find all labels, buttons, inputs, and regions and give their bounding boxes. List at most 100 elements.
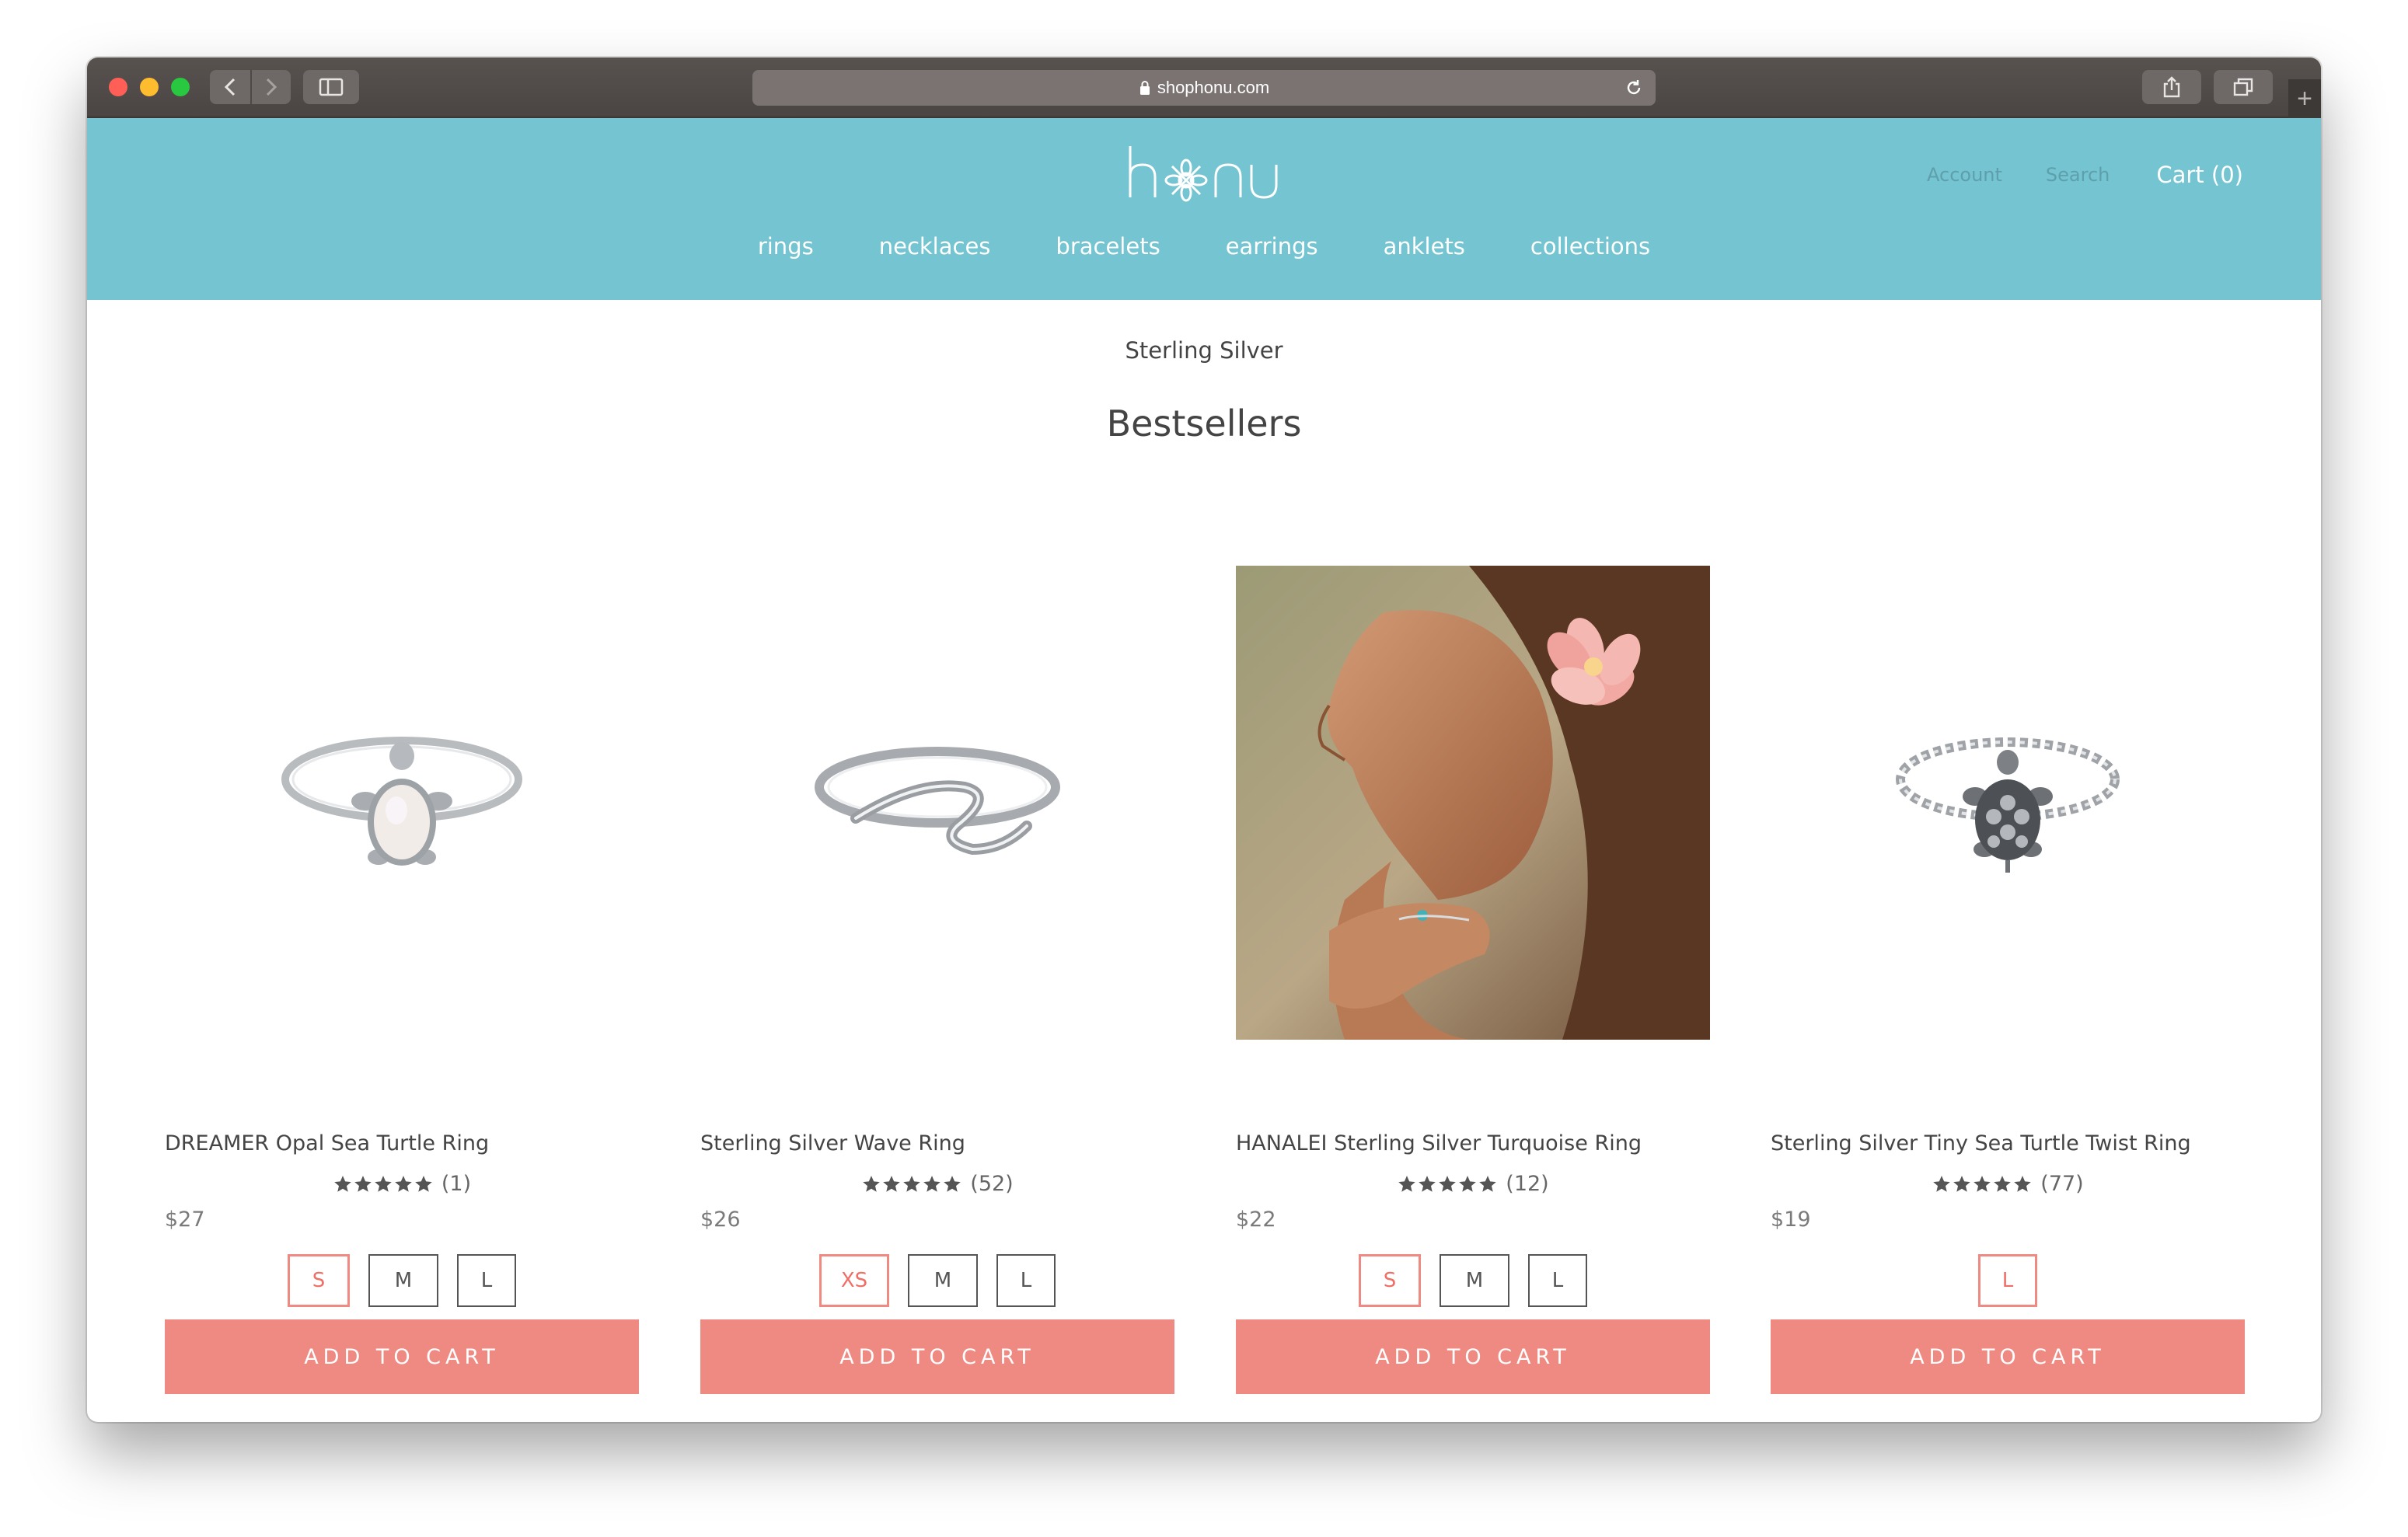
size-option-l[interactable]: L [457, 1254, 516, 1307]
share-icon [2163, 76, 2180, 98]
star-icon [1419, 1175, 1436, 1192]
lock-icon [1139, 80, 1151, 96]
product-name[interactable]: DREAMER Opal Sea Turtle Ring [165, 1131, 489, 1155]
star-icon [375, 1175, 392, 1192]
star-icon [1994, 1175, 2012, 1192]
model-wearing-ring-photo [1236, 566, 1710, 1040]
review-count: (1) [441, 1172, 472, 1196]
honu-logo-mark [1129, 146, 1278, 202]
star-rating [333, 1174, 434, 1194]
product-rating[interactable]: (52) [700, 1172, 1174, 1196]
star-rating [1397, 1174, 1498, 1194]
star-icon [334, 1175, 351, 1192]
product-name[interactable]: Sterling Silver Wave Ring [700, 1131, 965, 1155]
size-option-s[interactable]: S [1359, 1254, 1421, 1307]
close-window-button[interactable] [109, 78, 127, 96]
review-count: (12) [1506, 1172, 1549, 1196]
back-button[interactable] [210, 70, 250, 104]
minimize-window-button[interactable] [140, 78, 159, 96]
size-selector: S M L [1236, 1254, 1710, 1307]
size-selector: S M L [165, 1254, 639, 1307]
nav-necklaces[interactable]: necklaces [879, 233, 991, 260]
size-option-l[interactable]: L [996, 1254, 1056, 1307]
product-name[interactable]: HANALEI Sterling Silver Turquoise Ring [1236, 1131, 1642, 1155]
browser-window: shophonu.com + Account Search Cart (0) r… [87, 58, 2321, 1422]
product-image[interactable] [700, 566, 1174, 1040]
site-header: Account Search Cart (0) rings necklaces … [87, 118, 2321, 300]
nav-earrings[interactable]: earrings [1226, 233, 1318, 260]
zoom-window-button[interactable] [171, 78, 190, 96]
sidebar-toggle-button[interactable] [303, 70, 359, 104]
star-icon [354, 1175, 372, 1192]
product-price: $19 [1771, 1208, 1811, 1232]
history-nav [210, 70, 291, 104]
sidebar-icon [319, 78, 344, 96]
product-rating[interactable]: (1) [165, 1172, 639, 1196]
size-option-l[interactable]: L [1528, 1254, 1587, 1307]
nav-bracelets[interactable]: bracelets [1056, 233, 1160, 260]
chevron-left-icon [224, 78, 236, 96]
share-button[interactable] [2142, 70, 2201, 104]
add-to-cart-button[interactable]: ADD TO CART [700, 1319, 1174, 1394]
star-icon [2014, 1175, 2032, 1192]
product-rating[interactable]: (12) [1236, 1172, 1710, 1196]
star-icon [1974, 1175, 1991, 1192]
nav-anklets[interactable]: anklets [1384, 233, 1465, 260]
star-icon [415, 1175, 432, 1192]
star-icon [1398, 1175, 1416, 1192]
star-icon [923, 1175, 941, 1192]
star-icon [863, 1175, 881, 1192]
nav-rings[interactable]: rings [758, 233, 814, 260]
star-icon [944, 1175, 961, 1192]
star-icon [1933, 1175, 1951, 1192]
product-price: $27 [165, 1208, 205, 1232]
product-name[interactable]: Sterling Silver Tiny Sea Turtle Twist Ri… [1771, 1131, 2191, 1155]
url-text: shophonu.com [1157, 78, 1270, 97]
product-rating[interactable]: (77) [1771, 1172, 2245, 1196]
product-image[interactable] [1771, 566, 2245, 1040]
size-option-m[interactable]: M [1440, 1254, 1509, 1307]
search-link[interactable]: Search [2046, 164, 2110, 186]
size-option-m[interactable]: M [908, 1254, 978, 1307]
product-grid: DREAMER Opal Sea Turtle Ring (1) $27 S M… [165, 566, 2245, 1394]
forward-button[interactable] [250, 70, 291, 104]
chevron-right-icon [266, 78, 277, 96]
opal-turtle-ring-image [281, 737, 522, 866]
cart-link[interactable]: Cart (0) [2156, 162, 2243, 188]
size-selector: L [1771, 1254, 2245, 1307]
size-option-m[interactable]: M [368, 1254, 438, 1307]
product-price: $22 [1236, 1208, 1276, 1232]
section-kicker: Sterling Silver [1125, 337, 1283, 364]
product-image[interactable] [1236, 566, 1710, 1040]
product-image[interactable] [165, 566, 639, 1040]
star-rating [1932, 1174, 2033, 1194]
browser-toolbar: shophonu.com + [87, 58, 2321, 118]
address-bar[interactable]: shophonu.com [752, 70, 1656, 106]
star-icon [1459, 1175, 1477, 1192]
nav-collections[interactable]: collections [1530, 233, 1650, 260]
star-rating [861, 1174, 962, 1194]
add-to-cart-button[interactable]: ADD TO CART [1236, 1319, 1710, 1394]
tab-overview-button[interactable] [2214, 70, 2273, 104]
honu-logo[interactable] [1124, 141, 1287, 204]
main-nav: rings necklaces bracelets earrings ankle… [87, 233, 2321, 260]
product-price: $26 [700, 1208, 741, 1232]
twist-turtle-ring-image [1896, 737, 2120, 873]
size-option-l[interactable]: L [1978, 1254, 2037, 1307]
account-link[interactable]: Account [1927, 164, 2002, 186]
star-icon [883, 1175, 901, 1192]
add-to-cart-button[interactable]: ADD TO CART [1771, 1319, 2245, 1394]
header-utility-links: Account Search Cart (0) [1883, 162, 2243, 188]
new-tab-button[interactable]: + [2288, 79, 2321, 118]
size-option-xs[interactable]: XS [819, 1254, 889, 1307]
reload-icon[interactable] [1625, 78, 1643, 102]
tabs-icon [2233, 78, 2253, 96]
star-icon [1953, 1175, 1971, 1192]
star-icon [1439, 1175, 1457, 1192]
size-option-s[interactable]: S [288, 1254, 350, 1307]
star-icon [903, 1175, 921, 1192]
section-title: Bestsellers [1106, 403, 1302, 444]
plus-icon: + [2297, 83, 2312, 113]
wave-ring-image [815, 747, 1060, 856]
add-to-cart-button[interactable]: ADD TO CART [165, 1319, 639, 1394]
